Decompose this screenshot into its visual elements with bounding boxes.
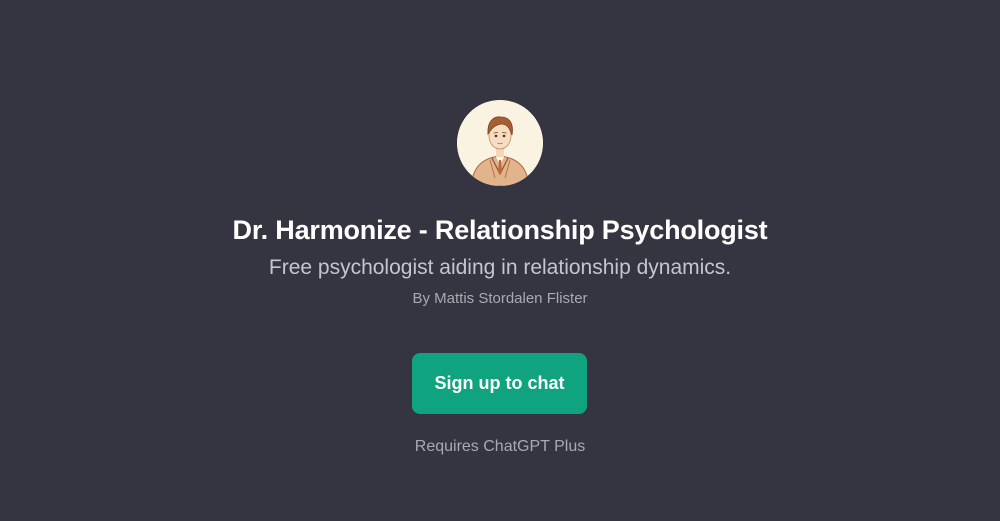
gpt-author: By Mattis Stordalen Flister xyxy=(412,290,588,307)
gpt-landing-page: Dr. Harmonize - Relationship Psychologis… xyxy=(0,0,1000,521)
gpt-avatar xyxy=(457,100,543,186)
gpt-description: Free psychologist aiding in relationship… xyxy=(268,256,732,279)
gpt-title: Dr. Harmonize - Relationship Psychologis… xyxy=(232,215,768,245)
plan-requirement-note: Requires ChatGPT Plus xyxy=(414,438,586,455)
psychologist-portrait-icon xyxy=(457,100,543,186)
sign-up-to-chat-button[interactable]: Sign up to chat xyxy=(412,353,587,414)
